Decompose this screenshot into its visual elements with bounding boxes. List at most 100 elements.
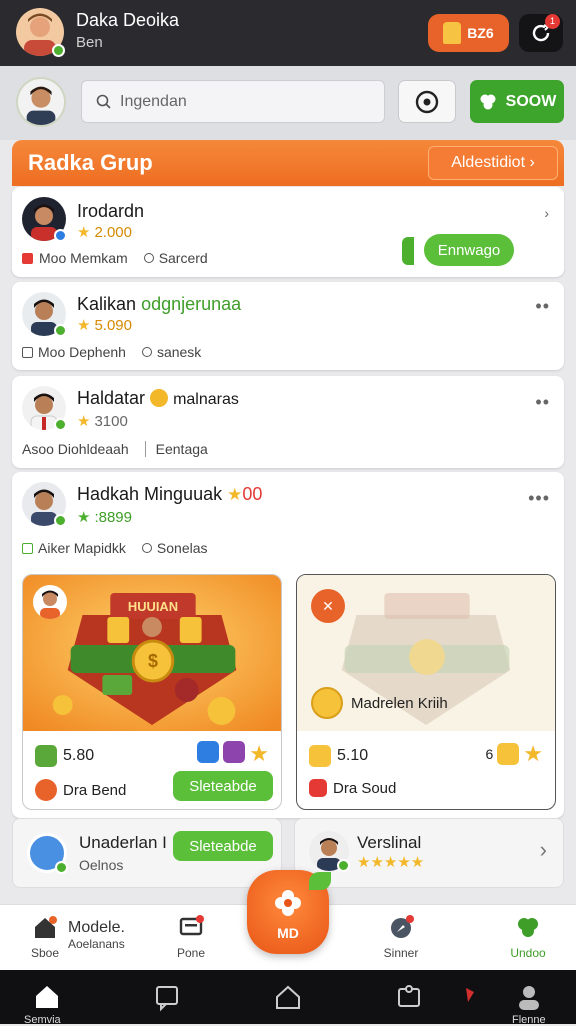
home-icon: [35, 916, 57, 938]
member-name: Hadkah Minguuak ★00: [77, 484, 263, 504]
chevron-right-icon[interactable]: ›: [544, 205, 550, 221]
member-score: ★ 3100: [77, 412, 128, 431]
star-icon: ★: [77, 317, 91, 334]
home-outline-icon[interactable]: [273, 982, 303, 1012]
coin-icon: [150, 389, 169, 407]
nav-item-sinner[interactable]: Sinner: [380, 915, 422, 960]
group-details-link[interactable]: Aldestidiot ›: [428, 146, 558, 180]
member-avatar: [22, 482, 67, 527]
flower-icon: [275, 890, 301, 916]
trophy-icon: [443, 22, 462, 44]
chat-icon[interactable]: [152, 982, 182, 1012]
profile-avatar[interactable]: [16, 77, 66, 127]
compass-icon: [391, 915, 414, 938]
star-icon: ★: [77, 509, 91, 526]
promo-badges: 6 ★: [485, 741, 543, 767]
user-subtitle: Ben: [76, 34, 103, 51]
promo-subtitle: Dra Bend: [35, 779, 126, 801]
promo-select-button[interactable]: Sleteabde: [173, 771, 273, 801]
online-indicator: [55, 861, 68, 874]
member-avatar: [22, 386, 67, 431]
flag-icon[interactable]: [456, 982, 486, 1012]
promo-avatar: [33, 585, 67, 619]
more-options-icon[interactable]: ••: [535, 296, 550, 317]
search-icon: [141, 347, 152, 357]
star-icon: ★: [523, 741, 543, 766]
member-avatar: [22, 197, 67, 242]
member-meta: Asoo Diohldeaah Eentaga: [22, 441, 208, 457]
more-options-icon[interactable]: ••: [535, 392, 550, 413]
home-icon[interactable]: [32, 982, 62, 1012]
message-icon: [22, 346, 33, 358]
member-meta: Aiker Mapidkk Sonelas: [22, 540, 208, 556]
promo-value: 5.10: [309, 745, 368, 767]
search-input[interactable]: Ingendan: [81, 80, 385, 123]
member-avatar: [22, 292, 67, 337]
promo-card[interactable]: ✕ Madrelen Kriih 5.10 6 ★ Dra Soud: [296, 574, 556, 810]
svg-text:$: $: [148, 651, 158, 671]
notifications-button[interactable]: 1: [519, 14, 563, 52]
camera-icon: [415, 90, 439, 113]
profile-icon[interactable]: [514, 982, 544, 1012]
clover-icon: [480, 94, 496, 109]
group-title: Radka Grup: [28, 150, 153, 175]
image-icon: [22, 542, 33, 554]
mini-avatar: [309, 831, 350, 872]
mini-title: Unaderlan I: [79, 833, 167, 852]
go-button-label: SOOW: [505, 92, 557, 110]
member-name: Irodardn: [77, 201, 145, 221]
mini-card[interactable]: Unaderlan I Oelnos Sleteabde: [12, 818, 282, 888]
chat-icon: [179, 915, 204, 936]
verified-indicator: [54, 229, 67, 242]
system-nav-right-label: Flenne: [512, 1014, 546, 1026]
mini-select-button[interactable]: Sleteabde: [173, 831, 273, 861]
promo-title: Madrelen Kriih: [311, 687, 448, 719]
promo-card[interactable]: HUUIAN $ 5.80 ★ Dra Bend Sleteabde: [22, 574, 282, 810]
coin-icon: [311, 687, 343, 719]
star-icon: ★: [227, 485, 243, 504]
online-indicator: [54, 324, 67, 337]
user-name: Daka Deoika: [76, 10, 180, 30]
online-indicator: [337, 859, 350, 872]
mini-card[interactable]: Verslinal ★★★★★ ›: [294, 818, 564, 888]
member-score: ★:8899: [77, 508, 132, 527]
notification-badge: 1: [545, 14, 560, 29]
gift-icon: [35, 745, 57, 767]
promo-subtitle: Dra Soud: [309, 779, 396, 797]
user-avatar[interactable]: [16, 8, 65, 57]
mini-rating: ★★★★★: [357, 854, 425, 871]
member-card[interactable]: Haldatar malnaras ★ 3100 Asoo Diohldeaah …: [12, 376, 564, 468]
scan-button[interactable]: [398, 80, 456, 123]
invite-button[interactable]: Ennwago: [424, 234, 514, 266]
promo-info: 5.10 6 ★ Dra Soud: [297, 731, 555, 809]
nav-item-home[interactable]: Sboe: [24, 915, 66, 960]
member-card[interactable]: Irodardn ★ 2.000 Moo Memkam Sarcerd › Enn…: [12, 187, 564, 277]
heart-icon: [22, 252, 33, 264]
more-options-icon[interactable]: •••: [528, 488, 550, 509]
promo-value: 5.80: [35, 745, 94, 767]
search-icon: [96, 94, 111, 109]
group-header: Radka Grup Aldestidiot ›: [12, 140, 564, 186]
go-button[interactable]: SOOW: [470, 80, 564, 123]
online-indicator: [54, 514, 67, 527]
badge-icon: [497, 743, 520, 765]
star-icon: ★: [77, 224, 91, 241]
svg-text:HUUIAN: HUUIAN: [128, 599, 178, 614]
chevron-right-icon[interactable]: ›: [540, 837, 547, 863]
system-nav-left-label: Semvia: [24, 1014, 61, 1026]
top-bar: Daka Deoika Ben BZ6 1: [0, 0, 576, 66]
nav-item-models[interactable]: Modele. Aoelanans: [68, 919, 138, 951]
nav-item-phone[interactable]: Pone: [170, 915, 212, 960]
leaf-icon: [309, 872, 331, 890]
puzzle-icon[interactable]: [394, 982, 424, 1012]
center-action-button[interactable]: MD: [247, 870, 331, 954]
member-score: ★ 2.000: [77, 223, 132, 242]
percent-icon: 6: [485, 746, 494, 762]
member-card[interactable]: Kalikan odgnjerunaa ★ 5.090 Moo Dephenh s…: [12, 282, 564, 370]
coin-balance-button[interactable]: BZ6: [428, 14, 509, 52]
promo-close-button[interactable]: ✕: [311, 589, 345, 623]
search-icon: [143, 253, 154, 263]
center-action-label: MD: [277, 925, 299, 941]
nav-item-undo[interactable]: Undoo: [506, 915, 550, 960]
pencil-icon: [223, 741, 246, 763]
